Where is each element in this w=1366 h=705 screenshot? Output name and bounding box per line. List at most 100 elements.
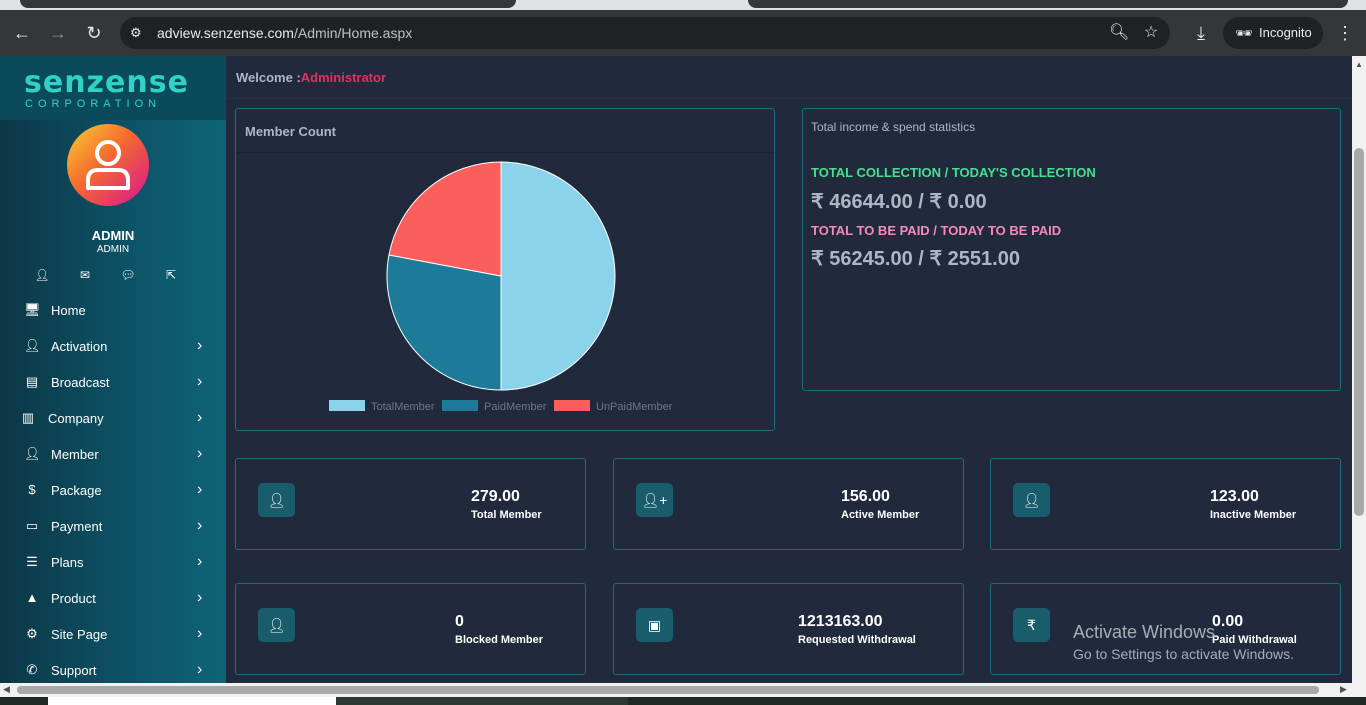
incognito-badge[interactable]: 🕶︎ Incognito (1223, 17, 1323, 49)
forward-icon[interactable]: → (46, 21, 70, 45)
box-label: Active Member (841, 509, 920, 521)
logo[interactable]: senzense CORPORATION (0, 56, 226, 120)
box-label: Blocked Member (455, 634, 544, 646)
member-pie-chart[interactable] (386, 161, 626, 401)
box-value: 123.00 (1210, 488, 1259, 505)
chevron-right-icon: › (197, 445, 203, 462)
welcome-label: Welcome : (236, 70, 301, 85)
url-text[interactable]: adview.senzense.com/Admin/Home.aspx (157, 25, 412, 41)
sidebar-item-label: Broadcast (51, 375, 110, 390)
active-member-box[interactable]: 👤︎+ 156.00 Active Member (613, 458, 964, 550)
horizontal-scrollbar[interactable]: ◀ ▶ (0, 683, 1366, 697)
sidebar-item-payment[interactable]: ▭ Payment › (0, 508, 226, 544)
chevron-right-icon: › (197, 625, 203, 642)
scroll-thumb[interactable] (17, 686, 1319, 694)
sidebar-item-plans[interactable]: ☰ Plans › (0, 544, 226, 580)
chevron-right-icon: › (197, 337, 203, 354)
site-info-icon[interactable]: ⚙ (130, 25, 146, 41)
sidebar-item-company[interactable]: ▥ Company › (0, 400, 226, 436)
zoom-icon[interactable]: 🔍︎ (1109, 24, 1129, 42)
chat-icon[interactable]: 💬︎ (120, 267, 136, 283)
vertical-scrollbar[interactable]: ▲ (1352, 56, 1366, 683)
user-icon: 👤︎ (24, 446, 41, 461)
inactive-member-box[interactable]: 👤︎ 123.00 Inactive Member (990, 458, 1341, 550)
browser-tab[interactable] (20, 0, 516, 8)
sidebar-item-activation[interactable]: 👤︎ Activation › (0, 328, 226, 364)
box-value: 1213163.00 (798, 613, 883, 630)
activate-windows-subtitle: Go to Settings to activate Windows. (1073, 646, 1294, 662)
quick-actions: 👤︎ ✉ 💬︎ ⇱ (34, 267, 194, 283)
chevron-right-icon: › (197, 661, 203, 678)
taskbar-app[interactable] (336, 697, 628, 705)
sidebar-item-site-page[interactable]: ⚙ Site Page › (0, 616, 226, 652)
sidebar: senzense CORPORATION ADMIN ADMIN 👤︎ ✉ 💬︎… (0, 56, 226, 683)
sidebar-item-broadcast[interactable]: ▤ Broadcast › (0, 364, 226, 400)
welcome-banner: Welcome :Administrator (236, 70, 386, 85)
main-content: Welcome :Administrator Member Count Tota… (226, 56, 1352, 683)
blocked-member-box[interactable]: 👤︎ 0 Blocked Member (235, 583, 586, 675)
divider (226, 98, 1352, 99)
scroll-left-icon[interactable]: ◀ (3, 684, 10, 695)
user-icon: 👤︎ (1013, 483, 1050, 517)
back-icon[interactable]: ← (10, 21, 34, 45)
legend-label: UnPaidMember (596, 401, 673, 413)
scroll-up-icon[interactable]: ▲ (1355, 60, 1363, 69)
sidebar-item-product[interactable]: ▲ Product › (0, 580, 226, 616)
box-value: 0 (455, 613, 464, 630)
legend-swatch (442, 400, 478, 411)
to-be-paid-label: TOTAL TO BE PAID / TODAY TO BE PAID (811, 223, 1062, 238)
wallet-icon: ▣ (636, 608, 673, 642)
logo-main-text: senzense (24, 65, 189, 100)
pie-slice-totalmember[interactable] (500, 161, 616, 391)
legend-item[interactable]: PaidMember (442, 400, 546, 413)
box-label: Requested Withdrawal (798, 634, 916, 646)
legend-swatch (329, 400, 365, 411)
box-label: Inactive Member (1210, 509, 1297, 521)
box-value: 279.00 (471, 488, 520, 505)
card-title: Total income & spend statistics (811, 120, 976, 134)
browser-menu-icon[interactable]: ⋮ (1335, 21, 1355, 45)
sidebar-item-support[interactable]: ✆ Support › (0, 652, 226, 683)
sidebar-item-package[interactable]: $ Package › (0, 472, 226, 508)
dollar-icon: $ (28, 482, 36, 497)
logo-sub-text: CORPORATION (25, 98, 162, 110)
sidebar-item-home[interactable]: 🖥︎ Home (0, 292, 226, 328)
sidebar-item-label: Payment (51, 519, 103, 534)
logout-icon[interactable]: ⇱ (163, 267, 179, 283)
url-domain: adview.senzense.com (157, 25, 294, 41)
user-icon: 👤︎ (24, 338, 41, 353)
user-plus-icon: 👤︎+ (636, 483, 673, 517)
sidebar-item-label: Package (51, 483, 102, 498)
sidebar-menu: 🖥︎ Home 👤︎ Activation › ▤ Broadcast › ▥ … (0, 292, 226, 683)
total-member-box[interactable]: 👤︎ 279.00 Total Member (235, 458, 586, 550)
pie-slice-paidmember[interactable] (386, 254, 502, 391)
cogs-icon: ⚙ (26, 626, 38, 641)
mail-icon[interactable]: ✉ (77, 267, 93, 283)
activate-windows-title: Activate Windows (1073, 622, 1216, 642)
reload-icon[interactable]: ↻ (82, 21, 106, 45)
to-be-paid-value: ₹ 56245.00 / ₹ 2551.00 (811, 248, 1020, 270)
legend-item[interactable]: TotalMember (329, 400, 435, 413)
phone-icon: ✆ (26, 662, 38, 677)
chevron-right-icon: › (197, 373, 203, 390)
box-label: Paid Withdrawal (1212, 634, 1297, 646)
sidebar-item-label: Product (51, 591, 96, 606)
sidebar-item-label: Company (48, 411, 104, 426)
card-title: Member Count (245, 124, 336, 139)
product-icon: ▲ (25, 590, 39, 605)
address-bar[interactable]: ⚙ adview.senzense.com/Admin/Home.aspx 🔍︎… (120, 17, 1170, 49)
browser-tab[interactable] (748, 0, 1348, 8)
sidebar-item-member[interactable]: 👤︎ Member › (0, 436, 226, 472)
requested-withdrawal-box[interactable]: ▣ 1213163.00 Requested Withdrawal (613, 583, 964, 675)
scroll-thumb[interactable] (1354, 148, 1364, 516)
collection-value: ₹ 46644.00 / ₹ 0.00 (811, 191, 987, 213)
sidebar-item-label: Activation (51, 339, 108, 354)
profile-icon[interactable]: 👤︎ (34, 267, 50, 283)
legend-swatch (554, 400, 590, 411)
sidebar-item-label: Member (51, 447, 99, 462)
legend-item[interactable]: UnPaidMember (554, 400, 672, 413)
taskbar-app[interactable] (48, 697, 336, 705)
star-icon[interactable]: ☆ (1142, 24, 1160, 42)
download-icon[interactable]: ⤓ (1189, 21, 1213, 45)
scroll-right-icon[interactable]: ▶ (1340, 684, 1347, 695)
